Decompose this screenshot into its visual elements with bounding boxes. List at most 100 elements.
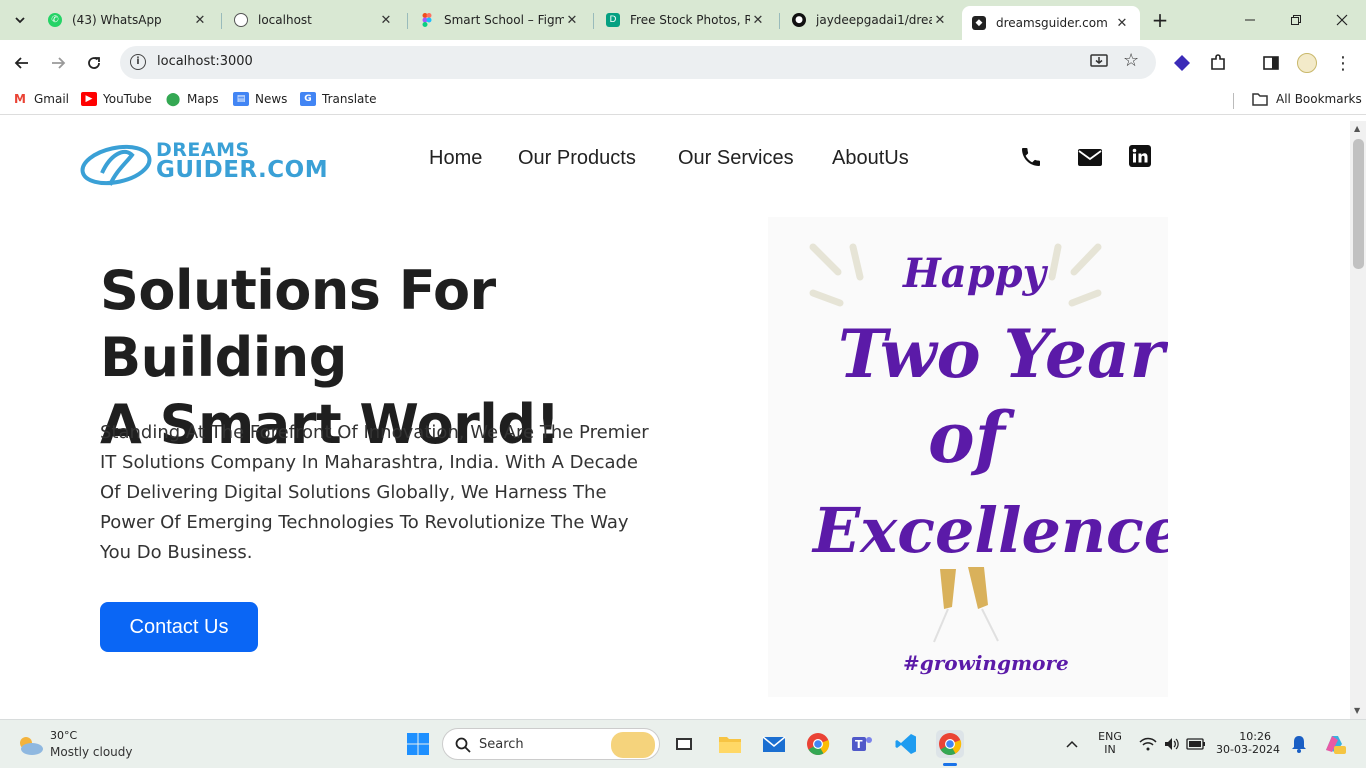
arrow-right-icon: [52, 57, 66, 69]
translate-icon: G: [300, 92, 316, 106]
tab-title: localhost: [258, 13, 312, 27]
side-panel-button[interactable]: [1258, 50, 1284, 76]
champagne-glasses-icon: [933, 567, 999, 643]
maps-icon: ⬤: [165, 91, 181, 107]
extensions-menu-button[interactable]: [1205, 50, 1231, 76]
address-bar[interactable]: i localhost:3000 ☆: [120, 46, 1156, 79]
nav-home[interactable]: Home: [429, 147, 482, 170]
clock[interactable]: 10:26 30-03-2024: [1216, 730, 1280, 756]
restore-button[interactable]: [1284, 8, 1308, 32]
language-indicator[interactable]: ENG IN: [1095, 730, 1125, 756]
file-explorer-button[interactable]: [716, 730, 744, 758]
show-hidden-icons-button[interactable]: [1058, 730, 1086, 758]
folder-icon: [1252, 93, 1268, 106]
new-tab-button[interactable]: +: [1148, 8, 1172, 32]
battery-icon: [1186, 738, 1205, 750]
youtube-icon: ▶: [81, 92, 97, 106]
weather-temperature: 30°C: [50, 729, 78, 742]
extension-diamond-icon: [1174, 55, 1190, 71]
teams-icon: T: [852, 737, 872, 751]
notifications-button[interactable]: [1285, 730, 1313, 758]
chrome-button[interactable]: [804, 730, 832, 758]
scrollbar-thumb[interactable]: [1353, 139, 1364, 269]
chevron-down-icon: [15, 17, 25, 24]
scroll-up-icon[interactable]: ▲: [1354, 124, 1360, 133]
scroll-down-icon[interactable]: ▼: [1354, 706, 1360, 715]
dreamsguider-favicon-icon: ◆: [972, 16, 986, 30]
tab-divider: [221, 13, 222, 29]
taskbar-search[interactable]: Search: [442, 728, 660, 760]
nav-about-us[interactable]: AboutUs: [832, 147, 909, 170]
minimize-button[interactable]: [1238, 8, 1262, 32]
copilot-icon: [1326, 736, 1346, 754]
close-icon[interactable]: ✕: [564, 13, 580, 28]
logo-text-guider: GUIDER.COM: [156, 157, 329, 183]
reload-button[interactable]: [81, 50, 107, 76]
start-button[interactable]: [404, 730, 432, 758]
phone-icon: [1022, 148, 1040, 166]
globe-icon: [234, 13, 248, 27]
clock-time: 10:26: [1239, 730, 1271, 743]
bookmark-star-icon[interactable]: ☆: [1123, 50, 1139, 71]
copilot-button[interactable]: [1320, 730, 1348, 758]
site-logo[interactable]: DREAMS GUIDER.COM: [80, 135, 328, 189]
extension-button[interactable]: [1169, 50, 1195, 76]
mail-button[interactable]: [760, 730, 788, 758]
install-app-icon[interactable]: [1090, 52, 1108, 74]
tab-title: (43) WhatsApp: [72, 13, 162, 27]
close-icon[interactable]: ✕: [378, 13, 394, 28]
chrome-active-button[interactable]: [936, 730, 964, 758]
email-link[interactable]: [1077, 145, 1103, 171]
search-icon: [455, 737, 471, 753]
tab-figma[interactable]: Smart School – Figma ✕: [410, 6, 590, 34]
tab-github[interactable]: ● jaydeepgadai1/dream ✕: [782, 6, 958, 34]
menu-button[interactable]: ⋮: [1330, 50, 1356, 76]
site-info-icon[interactable]: i: [130, 54, 146, 70]
bookmark-gmail[interactable]: M Gmail: [12, 92, 69, 106]
nav-our-products[interactable]: Our Products: [518, 147, 636, 170]
bookmarks-divider: [1233, 93, 1234, 109]
teams-button[interactable]: T: [848, 730, 876, 758]
task-view-button[interactable]: [670, 730, 698, 758]
linkedin-icon: [1129, 145, 1151, 167]
bookmark-news[interactable]: ▤ News: [233, 92, 287, 106]
promo-excellence: Excellence: [811, 494, 1168, 567]
close-icon[interactable]: ✕: [1114, 16, 1130, 31]
close-icon[interactable]: ✕: [192, 13, 208, 28]
close-window-button[interactable]: [1330, 8, 1354, 32]
bookmark-youtube[interactable]: ▶ YouTube: [81, 92, 152, 106]
vscode-button[interactable]: [892, 730, 920, 758]
speaker-icon: [1165, 738, 1179, 750]
tab-whatsapp[interactable]: ✆ (43) WhatsApp ✕: [38, 6, 218, 34]
address-url[interactable]: localhost:3000: [157, 54, 253, 69]
weather-widget[interactable]: [16, 731, 44, 759]
bookmark-translate[interactable]: G Translate: [300, 92, 377, 106]
tab-search-button[interactable]: [8, 8, 32, 32]
bookmark-label: News: [255, 92, 288, 106]
close-icon: [1336, 14, 1348, 26]
linkedin-link[interactable]: [1129, 145, 1155, 171]
phone-link[interactable]: [1019, 145, 1045, 171]
weather-description: Mostly cloudy: [50, 745, 133, 759]
tab-localhost[interactable]: localhost ✕: [224, 6, 404, 34]
tab-dreamsguider[interactable]: ◆ dreamsguider.com ✕: [962, 6, 1140, 40]
battery-status[interactable]: [1182, 730, 1210, 758]
puzzle-icon: [1211, 54, 1225, 70]
bookmark-label: Translate: [322, 92, 377, 106]
all-bookmarks-button[interactable]: All Bookmarks: [1252, 92, 1362, 106]
nav-our-services[interactable]: Our Services: [678, 147, 794, 170]
close-icon[interactable]: ✕: [932, 13, 948, 28]
reload-icon: [88, 57, 100, 69]
mail-icon: [762, 736, 786, 752]
forward-button[interactable]: [45, 50, 71, 76]
back-button[interactable]: [9, 50, 35, 76]
hero-title-line1: Solutions For Building: [100, 259, 496, 389]
bookmark-maps[interactable]: ⬤ Maps: [165, 91, 219, 107]
page-scrollbar[interactable]: ▲ ▼: [1350, 121, 1366, 719]
contact-us-button[interactable]: Contact Us: [100, 602, 258, 652]
tab-stock-photos[interactable]: D Free Stock Photos, Ro ✕: [596, 6, 776, 34]
close-icon[interactable]: ✕: [750, 13, 766, 28]
profile-button[interactable]: [1294, 50, 1320, 76]
clock-date: 30-03-2024: [1216, 743, 1280, 756]
tab-divider: [593, 13, 594, 29]
